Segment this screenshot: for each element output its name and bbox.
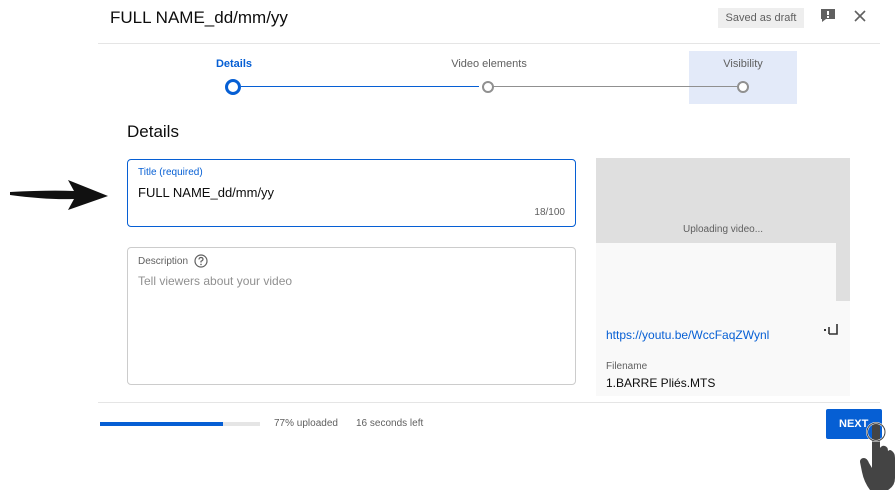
close-icon[interactable] bbox=[852, 8, 868, 24]
description-label: Description bbox=[138, 255, 189, 267]
video-thumbnail-edge bbox=[836, 243, 850, 301]
title-field[interactable]: Title (required) FULL NAME_dd/mm/yy 18/1… bbox=[127, 159, 576, 227]
upload-status-text: Uploading video... bbox=[682, 224, 764, 235]
copy-link-icon[interactable] bbox=[822, 322, 840, 338]
video-link[interactable]: https://youtu.be/WccFaqZWynl bbox=[606, 328, 769, 342]
upload-progress-fill bbox=[100, 422, 224, 426]
title-field-label: Title (required) bbox=[138, 167, 203, 178]
step-details[interactable]: Details bbox=[200, 58, 268, 70]
stepper-track bbox=[493, 86, 737, 87]
step-details-dot[interactable] bbox=[225, 79, 241, 95]
hand-pointer-icon bbox=[860, 422, 895, 490]
header-divider bbox=[98, 43, 880, 44]
upload-time-left: 16 seconds left bbox=[356, 418, 424, 429]
video-preview-panel: Uploading video... https://youtu.be/WccF… bbox=[596, 158, 850, 396]
section-title: Details bbox=[127, 122, 179, 141]
arrow-pointer-icon bbox=[10, 180, 108, 210]
description-placeholder[interactable]: Tell viewers about your video bbox=[138, 274, 292, 288]
upload-progress-bar bbox=[100, 422, 260, 426]
footer-divider bbox=[98, 402, 880, 403]
step-visibility-dot[interactable] bbox=[737, 81, 749, 93]
description-field[interactable]: Description Tell viewers about your vide… bbox=[127, 247, 576, 385]
step-visibility[interactable]: Visibility bbox=[700, 58, 786, 70]
upload-percent-text: 77% uploaded bbox=[274, 418, 338, 429]
stepper-track bbox=[241, 86, 479, 87]
filename-value: 1.BARRE Pliés.MTS bbox=[606, 376, 716, 390]
draft-status-badge: Saved as draft bbox=[718, 8, 804, 28]
feedback-icon[interactable] bbox=[820, 8, 836, 22]
title-input[interactable]: FULL NAME_dd/mm/yy bbox=[138, 185, 274, 200]
step-video-elements-dot[interactable] bbox=[482, 81, 494, 93]
step-video-elements[interactable]: Video elements bbox=[430, 58, 548, 70]
title-char-count: 18/100 bbox=[534, 207, 565, 218]
help-icon[interactable] bbox=[194, 254, 208, 268]
filename-label: Filename bbox=[606, 361, 648, 372]
video-title-header: FULL NAME_dd/mm/yy bbox=[110, 8, 288, 27]
